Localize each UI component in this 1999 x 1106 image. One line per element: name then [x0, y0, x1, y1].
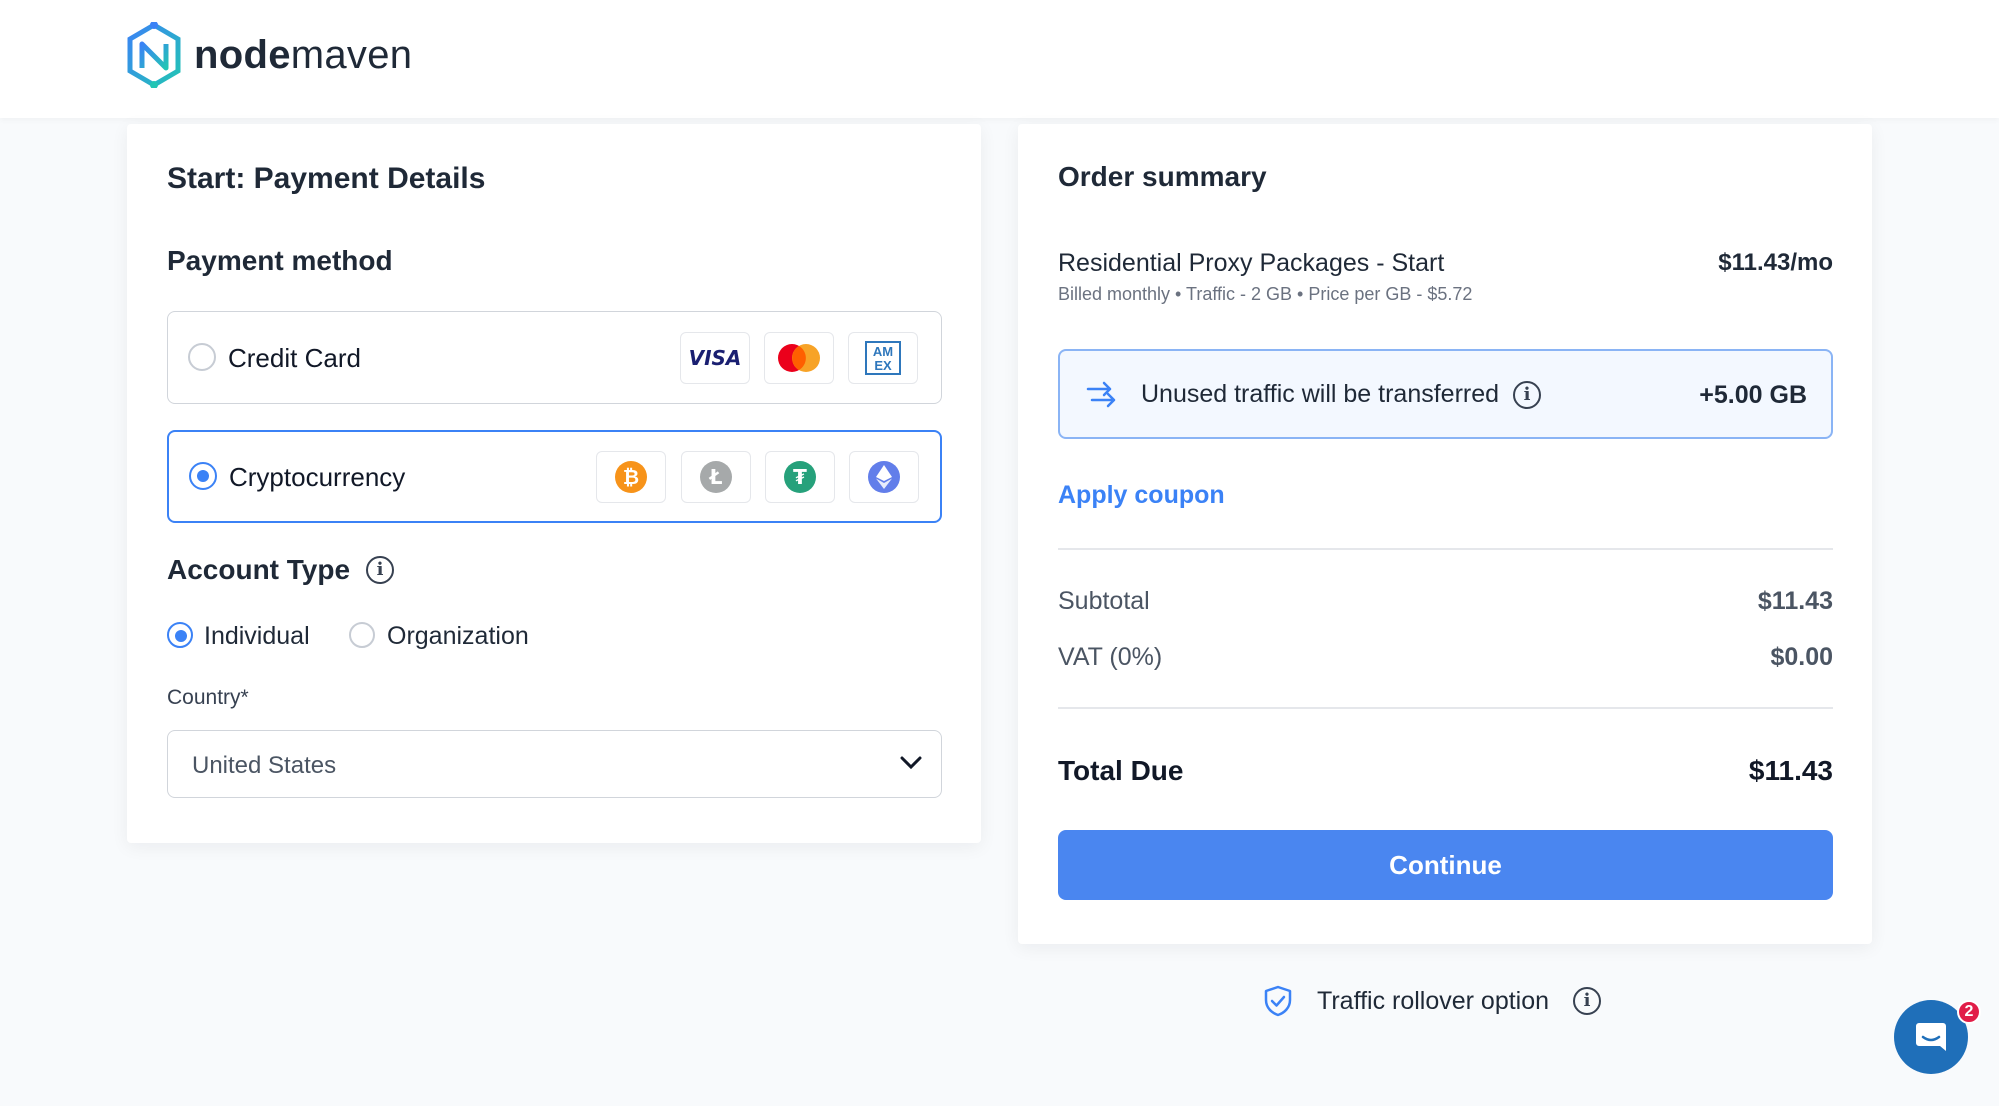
divider [1058, 707, 1833, 709]
tether-icon: ₮ [765, 451, 835, 503]
country-select[interactable]: United States [167, 730, 942, 798]
bitcoin-icon: ₿ [596, 451, 666, 503]
individual-label[interactable]: Individual [204, 622, 310, 651]
transfer-text-wrap: Unused traffic will be transferred i [1141, 380, 1542, 409]
litecoin-icon: Ł [681, 451, 751, 503]
transfer-value: +5.00 GB [1699, 381, 1807, 409]
account-type-header: Account Type i [167, 554, 395, 586]
product-row: Residential Proxy Packages - Start $11.4… [1058, 249, 1833, 278]
organization-radio[interactable] [349, 622, 375, 648]
traffic-rollover-option[interactable]: Traffic rollover option i [1263, 985, 1602, 1017]
cryptocurrency-radio[interactable] [189, 462, 217, 490]
country-label: Country* [167, 686, 249, 709]
cryptocurrency-label: Cryptocurrency [229, 462, 406, 492]
apply-coupon-link[interactable]: Apply coupon [1058, 481, 1225, 510]
vat-row: VAT (0%) $0.00 [1058, 643, 1833, 672]
subtotal-value: $11.43 [1757, 587, 1833, 615]
country-value: United States [192, 752, 337, 779]
credit-card-label: Credit Card [228, 343, 361, 373]
traffic-rollover-label: Traffic rollover option [1317, 986, 1550, 1015]
account-type-info-icon[interactable]: i [366, 556, 395, 584]
chevron-down-icon [900, 756, 922, 770]
product-price: $11.43/mo [1718, 249, 1833, 276]
account-type-heading: Account Type [167, 554, 351, 585]
organization-label[interactable]: Organization [387, 622, 529, 651]
ethereum-icon [849, 451, 919, 503]
credit-card-radio[interactable] [188, 343, 216, 371]
chat-notification-badge: 2 [1957, 1000, 1981, 1024]
transfer-text: Unused traffic will be transferred [1141, 380, 1500, 408]
traffic-transfer-box: Unused traffic will be transferred i +5.… [1058, 349, 1833, 439]
vat-value: $0.00 [1770, 643, 1833, 671]
amex-icon: AM EX [848, 332, 918, 384]
payment-option-credit-card[interactable]: Credit Card VISA AM EX [167, 311, 942, 404]
payment-details-card: Start: Payment Details Payment method Cr… [127, 124, 981, 843]
total-label: Total Due [1058, 755, 1184, 786]
subtotal-label: Subtotal [1058, 587, 1150, 615]
brand-name: nodemaven [194, 32, 413, 77]
product-name: Residential Proxy Packages - Start [1058, 249, 1445, 277]
logo[interactable]: nodemaven [126, 22, 412, 88]
transfer-info-icon[interactable]: i [1513, 380, 1542, 409]
order-summary-card: Order summary Residential Proxy Packages… [1018, 124, 1872, 944]
product-details: Billed monthly • Traffic - 2 GB • Price … [1058, 284, 1473, 304]
individual-radio[interactable] [167, 622, 193, 648]
page-title: Start: Payment Details [167, 162, 486, 195]
divider [1058, 548, 1833, 550]
vat-label: VAT (0%) [1058, 643, 1163, 671]
shield-check-icon [1264, 985, 1292, 1017]
mastercard-icon [764, 332, 834, 384]
visa-icon: VISA [680, 332, 750, 384]
transfer-arrows-icon [1086, 381, 1116, 408]
subtotal-row: Subtotal $11.43 [1058, 587, 1833, 616]
top-header: nodemaven [0, 0, 1999, 118]
continue-button[interactable]: Continue [1058, 830, 1833, 900]
chat-icon [1916, 1023, 1946, 1051]
rollover-info-icon[interactable]: i [1573, 987, 1602, 1015]
total-row: Total Due $11.43 [1058, 755, 1833, 787]
payment-option-cryptocurrency[interactable]: Cryptocurrency ₿ Ł ₮ [167, 430, 942, 523]
nodemaven-logo-icon [127, 22, 181, 88]
payment-method-heading: Payment method [167, 245, 393, 276]
order-summary-title: Order summary [1058, 161, 1267, 192]
total-value: $11.43 [1748, 755, 1833, 786]
